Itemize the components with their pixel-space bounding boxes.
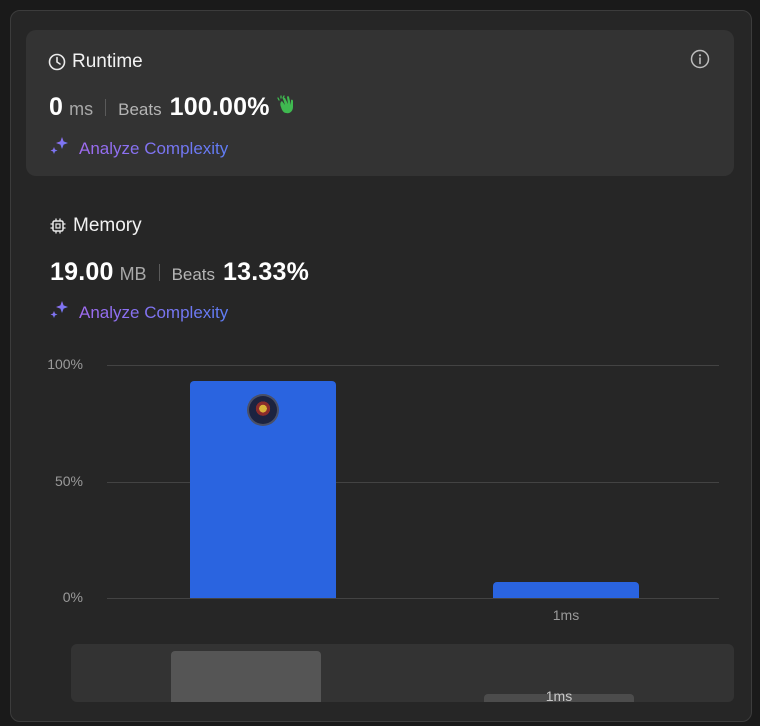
scrubber-window[interactable] — [171, 651, 321, 702]
gridline — [107, 598, 719, 599]
x-tick-label: 1ms — [552, 607, 580, 623]
chart-bar[interactable] — [493, 581, 639, 598]
scrubber-label: 1ms — [545, 688, 573, 702]
runtime-memory-panel: Runtime 0 ms Beats 100.00% Analyze Compl… — [10, 10, 752, 722]
distribution-chart: 100% 50% 0% 1ms — [11, 11, 751, 721]
chart-scrubber[interactable]: 1ms — [71, 644, 734, 702]
gridline — [107, 365, 719, 366]
y-tick-label: 100% — [47, 356, 83, 372]
y-tick-label: 0% — [62, 589, 83, 605]
y-tick-label: 50% — [54, 472, 83, 489]
